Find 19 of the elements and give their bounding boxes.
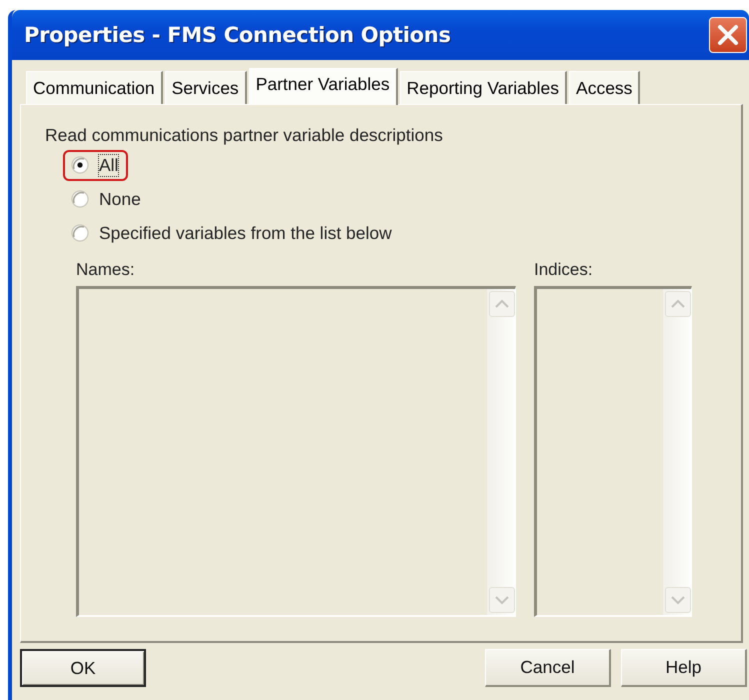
list-label: Indices: [534,260,594,280]
dialog-button[interactable]: Cancel [485,649,611,687]
radio-button[interactable] [71,156,89,174]
list-label: Names: [76,260,136,280]
tab[interactable]: Partner Variables [248,68,398,105]
tab[interactable]: Access [569,71,640,104]
dialog-button[interactable]: OK [20,649,146,687]
close-icon[interactable] [709,17,747,53]
radio-label[interactable]: None [99,188,141,210]
window-title: Properties - FMS Connection Options [24,23,452,47]
dialog-button[interactable]: Help [621,649,747,687]
radio-label[interactable]: All [99,154,118,176]
group-label: Read communications partner variable descriptions [45,125,444,146]
radio-button[interactable] [71,190,89,208]
tab[interactable]: Services [164,71,247,104]
radio-button[interactable] [71,224,89,242]
tab[interactable]: Reporting Variables [400,71,568,104]
radio-label[interactable]: Specified variables from the list below [99,222,392,244]
tab[interactable]: Communication [26,71,163,104]
